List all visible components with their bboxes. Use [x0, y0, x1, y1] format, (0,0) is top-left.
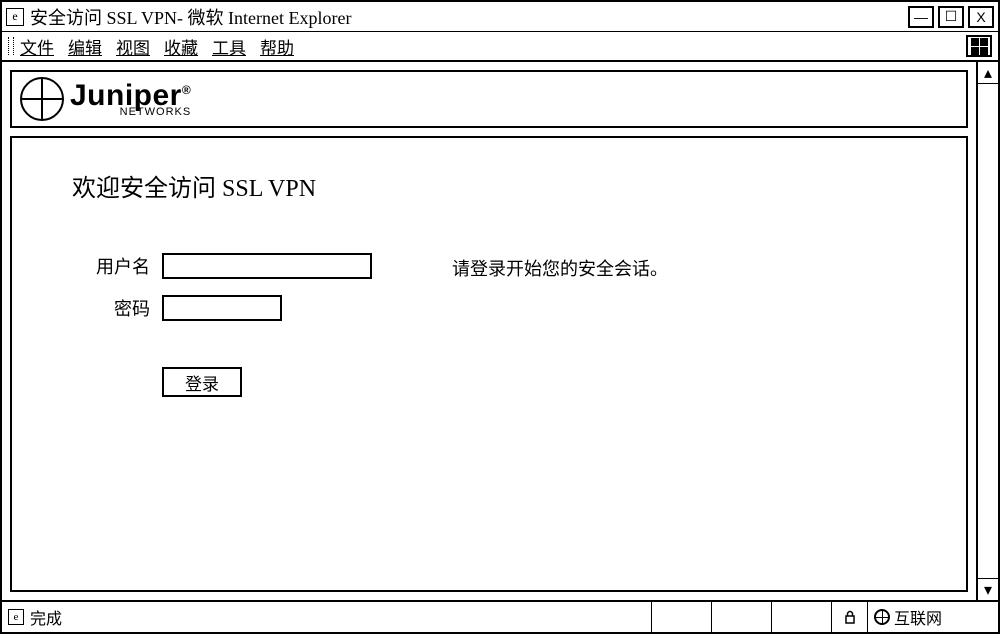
- window-controls: — ☐ X: [908, 6, 994, 28]
- login-button[interactable]: 登录: [162, 367, 242, 397]
- brand-header: Juniper® NETWORKS: [10, 70, 968, 128]
- maximize-button[interactable]: ☐: [938, 6, 964, 28]
- menu-file[interactable]: 文件: [20, 34, 54, 59]
- window-title: 安全访问 SSL VPN- 微软 Internet Explorer: [30, 4, 908, 30]
- username-label: 用户名: [72, 253, 162, 279]
- password-input[interactable]: [162, 295, 282, 321]
- minimize-button[interactable]: —: [908, 6, 934, 28]
- zone-text: 互联网: [894, 605, 942, 629]
- lock-icon: [843, 610, 857, 624]
- windows-logo-icon: [966, 35, 992, 57]
- close-button[interactable]: X: [968, 6, 994, 28]
- brand-subtitle: NETWORKS: [120, 107, 192, 118]
- page-viewport: Juniper® NETWORKS 欢迎安全访问 SSL VPN 用户名 密码 …: [2, 62, 976, 600]
- browser-window: e 安全访问 SSL VPN- 微软 Internet Explorer — ☐…: [0, 0, 1000, 634]
- toolbar-grip: [8, 37, 14, 55]
- form-area: 用户名 密码 登录 请登录开始您的安全会话。: [72, 253, 946, 397]
- globe-icon: [874, 609, 890, 625]
- menu-edit[interactable]: 编辑: [68, 34, 102, 59]
- security-zone-cell: 互联网: [868, 602, 998, 632]
- scroll-down-arrow-icon[interactable]: ▾: [978, 578, 998, 600]
- login-hint: 请登录开始您的安全会话。: [452, 253, 668, 281]
- brand-text: Juniper® NETWORKS: [70, 81, 191, 118]
- titlebar: e 安全访问 SSL VPN- 微软 Internet Explorer — ☐…: [2, 2, 998, 32]
- welcome-heading: 欢迎安全访问 SSL VPN: [72, 168, 946, 203]
- registered-mark: ®: [182, 83, 191, 97]
- menubar: 文件 编辑 视图 收藏 工具 帮助: [2, 32, 998, 62]
- status-text: 完成: [30, 605, 62, 629]
- status-segment-3: [772, 602, 832, 632]
- content-area: Juniper® NETWORKS 欢迎安全访问 SSL VPN 用户名 密码 …: [2, 62, 998, 602]
- login-form: 用户名 密码 登录: [72, 253, 372, 397]
- statusbar: e 完成 互联网: [2, 602, 998, 632]
- ie-status-icon: e: [8, 609, 24, 625]
- username-input[interactable]: [162, 253, 372, 279]
- status-message-cell: e 完成: [2, 602, 652, 632]
- ie-icon: e: [6, 8, 24, 26]
- password-label: 密码: [72, 295, 162, 321]
- menu-view[interactable]: 视图: [116, 34, 150, 59]
- menu-favorites[interactable]: 收藏: [164, 34, 198, 59]
- security-lock-cell: [832, 602, 868, 632]
- login-panel: 欢迎安全访问 SSL VPN 用户名 密码 登录 请登录开始您的安全会话。: [10, 136, 968, 592]
- juniper-logo-icon: [20, 77, 64, 121]
- status-segment-1: [652, 602, 712, 632]
- menu-tools[interactable]: 工具: [212, 34, 246, 59]
- status-segment-2: [712, 602, 772, 632]
- vertical-scrollbar[interactable]: ▴ ▾: [976, 62, 998, 600]
- scroll-up-arrow-icon[interactable]: ▴: [978, 62, 998, 84]
- menu-help[interactable]: 帮助: [260, 34, 294, 59]
